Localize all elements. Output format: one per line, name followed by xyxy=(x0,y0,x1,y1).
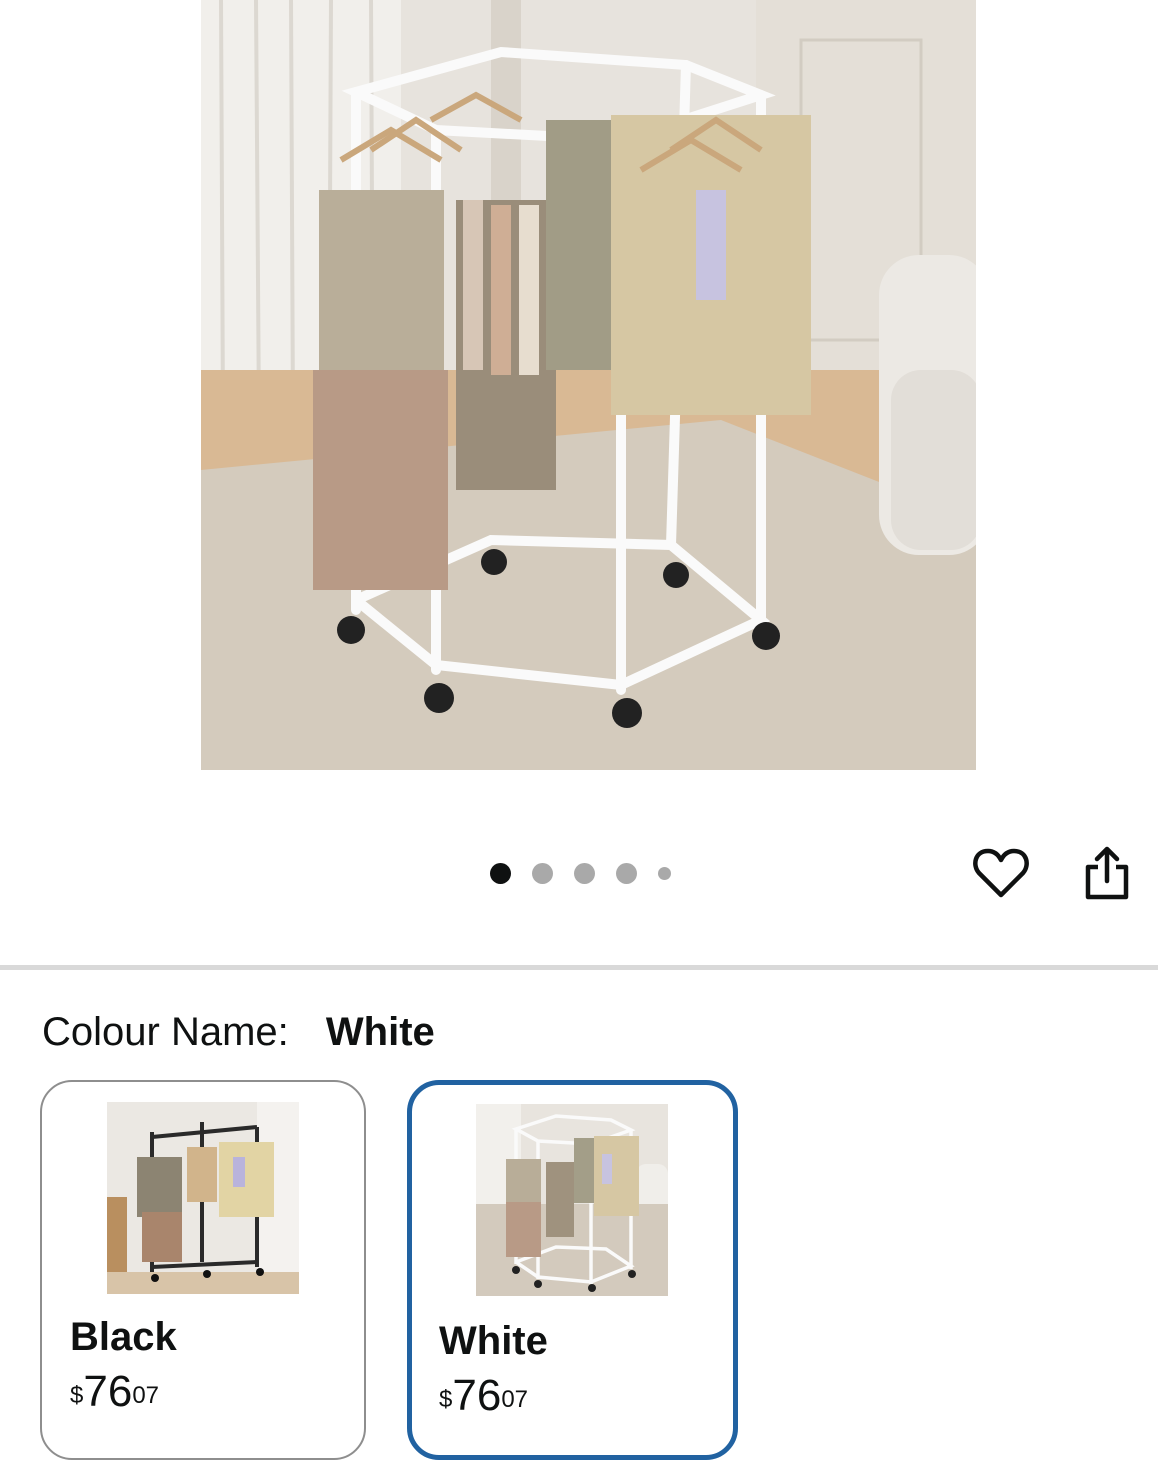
colour-name-label: Colour Name: xyxy=(42,1010,289,1054)
carousel-dot-2[interactable] xyxy=(532,862,553,884)
section-divider xyxy=(0,965,1158,970)
colour-option-name: White xyxy=(439,1319,548,1363)
colour-option-price: $7607 xyxy=(70,1367,159,1417)
price-cents: 07 xyxy=(132,1382,160,1409)
colour-name-row: Colour Name: White xyxy=(42,1008,435,1056)
price-dollars: 76 xyxy=(452,1371,502,1420)
colour-option-thumbnail xyxy=(476,1104,668,1296)
carousel-dot-1[interactable] xyxy=(490,862,511,884)
clothes-rack-photo xyxy=(201,0,976,770)
black-rack-thumbnail xyxy=(107,1102,299,1294)
colour-option-name: Black xyxy=(70,1315,177,1359)
selected-colour-value: White xyxy=(325,1010,435,1054)
price-dollars: 76 xyxy=(83,1367,133,1416)
share-button[interactable] xyxy=(1074,838,1140,908)
carousel-dot-5[interactable] xyxy=(658,866,671,880)
carousel-dot-3[interactable] xyxy=(574,862,595,884)
price-cents: 07 xyxy=(501,1386,529,1413)
heart-icon xyxy=(973,848,1029,898)
add-to-list-button[interactable] xyxy=(966,838,1036,908)
product-main-image[interactable] xyxy=(201,0,976,770)
colour-option-white[interactable]: White $7607 xyxy=(407,1080,738,1460)
image-carousel-dots[interactable] xyxy=(490,860,671,886)
price-currency: $ xyxy=(439,1386,453,1413)
colour-option-thumbnail xyxy=(107,1102,299,1294)
carousel-dot-4[interactable] xyxy=(616,862,637,884)
colour-option-price: $7607 xyxy=(439,1371,528,1421)
white-rack-thumbnail xyxy=(476,1104,668,1296)
colour-option-black[interactable]: Black $7607 xyxy=(40,1080,366,1460)
price-currency: $ xyxy=(70,1382,84,1409)
share-icon xyxy=(1085,846,1129,900)
